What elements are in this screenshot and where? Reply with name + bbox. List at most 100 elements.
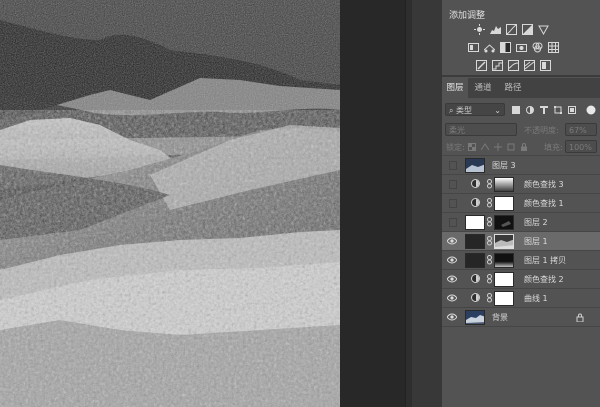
link-icon	[487, 236, 492, 246]
adjustments-title: 添加调整	[449, 11, 486, 21]
layer-row[interactable]: 背景	[442, 307, 600, 326]
eye-icon[interactable]	[447, 294, 457, 302]
fill-input[interactable]: 100%	[565, 140, 597, 153]
photo-filter-icon[interactable]	[516, 42, 527, 53]
color-balance-icon[interactable]	[484, 42, 495, 53]
layer-name: 曲线 1	[524, 294, 548, 303]
filter-type-icon[interactable]	[540, 106, 548, 114]
tab-paths[interactable]: 路径	[500, 78, 526, 98]
lock-position-icon[interactable]	[494, 143, 502, 151]
invert-icon[interactable]	[476, 60, 487, 71]
layer-thumbnail	[465, 310, 485, 325]
adjustment-layer-icon	[471, 293, 480, 302]
link-icon	[487, 293, 492, 303]
eye-icon[interactable]	[447, 275, 457, 283]
layer-filter-row: ⌕ 类型 ⌄	[442, 100, 600, 120]
layers-list: 图层 3 颜色查找 3 颜色查找 1 图层 2 图层 1 图层 1 拷贝 颜色查…	[442, 155, 600, 407]
visibility-toggle-off[interactable]	[449, 199, 457, 208]
blend-mode-select[interactable]: 柔光	[445, 123, 517, 136]
adjustment-layer-icon	[471, 179, 480, 188]
layer-thumbnail	[465, 158, 485, 173]
fill-label: 填充:	[544, 143, 563, 152]
threshold-icon[interactable]	[508, 60, 519, 71]
layer-row[interactable]: 图层 3	[442, 155, 600, 174]
selective-color-icon[interactable]	[540, 60, 551, 71]
layer-row[interactable]: 颜色查找 2	[442, 269, 600, 288]
adjustments-row-1	[474, 24, 549, 35]
layer-name: 背景	[492, 313, 508, 322]
filter-shape-icon[interactable]	[554, 106, 562, 114]
posterize-icon[interactable]	[492, 60, 503, 71]
document-canvas[interactable]	[0, 0, 340, 407]
filter-toggle-icon[interactable]	[586, 105, 596, 115]
brightness-icon[interactable]	[474, 24, 485, 35]
layer-row[interactable]: 曲线 1	[442, 288, 600, 307]
layer-name: 图层 2	[524, 218, 548, 227]
levels-icon[interactable]	[490, 24, 501, 35]
layer-row-selected[interactable]: 图层 1	[442, 231, 600, 250]
lock-artboard-icon[interactable]	[507, 143, 515, 151]
opacity-input[interactable]: 67%	[565, 123, 597, 136]
layers-tab-bar: 图层 通道 路径	[442, 78, 600, 98]
link-icon	[487, 198, 492, 208]
layer-name: 颜色查找 1	[524, 199, 564, 208]
gradient-map-icon[interactable]	[524, 60, 535, 71]
link-icon	[487, 255, 492, 265]
lock-icon	[576, 313, 584, 322]
layer-row[interactable]: 图层 1 拷贝	[442, 250, 600, 269]
layer-thumbnail	[465, 234, 485, 249]
black-white-icon[interactable]	[500, 42, 511, 53]
layer-row[interactable]: 图层 2	[442, 212, 600, 231]
visibility-toggle-off[interactable]	[449, 218, 457, 227]
panel-divider	[442, 75, 600, 77]
search-icon: ⌕	[449, 106, 454, 115]
filter-kind-label: 类型	[456, 106, 473, 115]
tab-channels[interactable]: 通道	[470, 78, 496, 98]
mask-thumbnail	[494, 215, 514, 230]
curves-icon[interactable]	[506, 24, 517, 35]
adjustments-row-3	[476, 60, 551, 71]
tab-layers[interactable]: 图层	[442, 78, 468, 98]
lock-pixels-icon[interactable]	[481, 143, 489, 151]
lock-all-icon[interactable]	[520, 143, 528, 151]
opacity-value: 67%	[569, 126, 587, 135]
eye-icon[interactable]	[447, 313, 457, 321]
visibility-toggle-off[interactable]	[449, 180, 457, 189]
filter-smart-object-icon[interactable]	[568, 106, 576, 114]
mask-thumbnail	[494, 234, 514, 249]
layer-name: 颜色查找 2	[524, 275, 564, 284]
layer-row[interactable]: 颜色查找 1	[442, 193, 600, 212]
mask-thumbnail	[494, 291, 514, 306]
lock-label: 锁定:	[446, 143, 465, 152]
lock-transparent-icon[interactable]	[468, 143, 476, 151]
chevron-down-icon: ⌄	[494, 106, 501, 115]
adjustments-row-2	[468, 42, 559, 53]
layer-thumbnail	[465, 253, 485, 268]
filter-pixel-icon[interactable]	[512, 106, 520, 114]
fill-value: 100%	[569, 143, 592, 152]
blend-row: 柔光 不透明度: 67%	[442, 121, 600, 139]
layer-row[interactable]: 颜色查找 3	[442, 174, 600, 193]
eye-icon[interactable]	[447, 256, 457, 264]
eye-icon[interactable]	[447, 237, 457, 245]
hue-saturation-icon[interactable]	[468, 42, 479, 53]
mask-thumbnail	[494, 272, 514, 287]
opacity-label: 不透明度:	[524, 126, 559, 135]
channel-mixer-icon[interactable]	[532, 42, 543, 53]
link-icon	[487, 217, 492, 227]
exposure-icon[interactable]	[522, 24, 533, 35]
filter-adjustment-icon[interactable]	[526, 106, 534, 114]
workspace-background	[340, 0, 405, 407]
vibrance-icon[interactable]	[538, 24, 549, 35]
link-icon	[487, 274, 492, 284]
color-lookup-icon[interactable]	[548, 42, 559, 53]
layer-name: 图层 1 拷贝	[524, 256, 567, 265]
panel-dock-strip	[405, 0, 443, 407]
link-icon	[487, 179, 492, 189]
filter-kind-select[interactable]: ⌕ 类型 ⌄	[445, 103, 505, 116]
mask-thumbnail	[494, 177, 514, 192]
adjustment-layer-icon	[471, 198, 480, 207]
layer-name: 图层 3	[492, 161, 516, 170]
adjustment-layer-icon	[471, 274, 480, 283]
visibility-toggle-off[interactable]	[449, 161, 457, 170]
